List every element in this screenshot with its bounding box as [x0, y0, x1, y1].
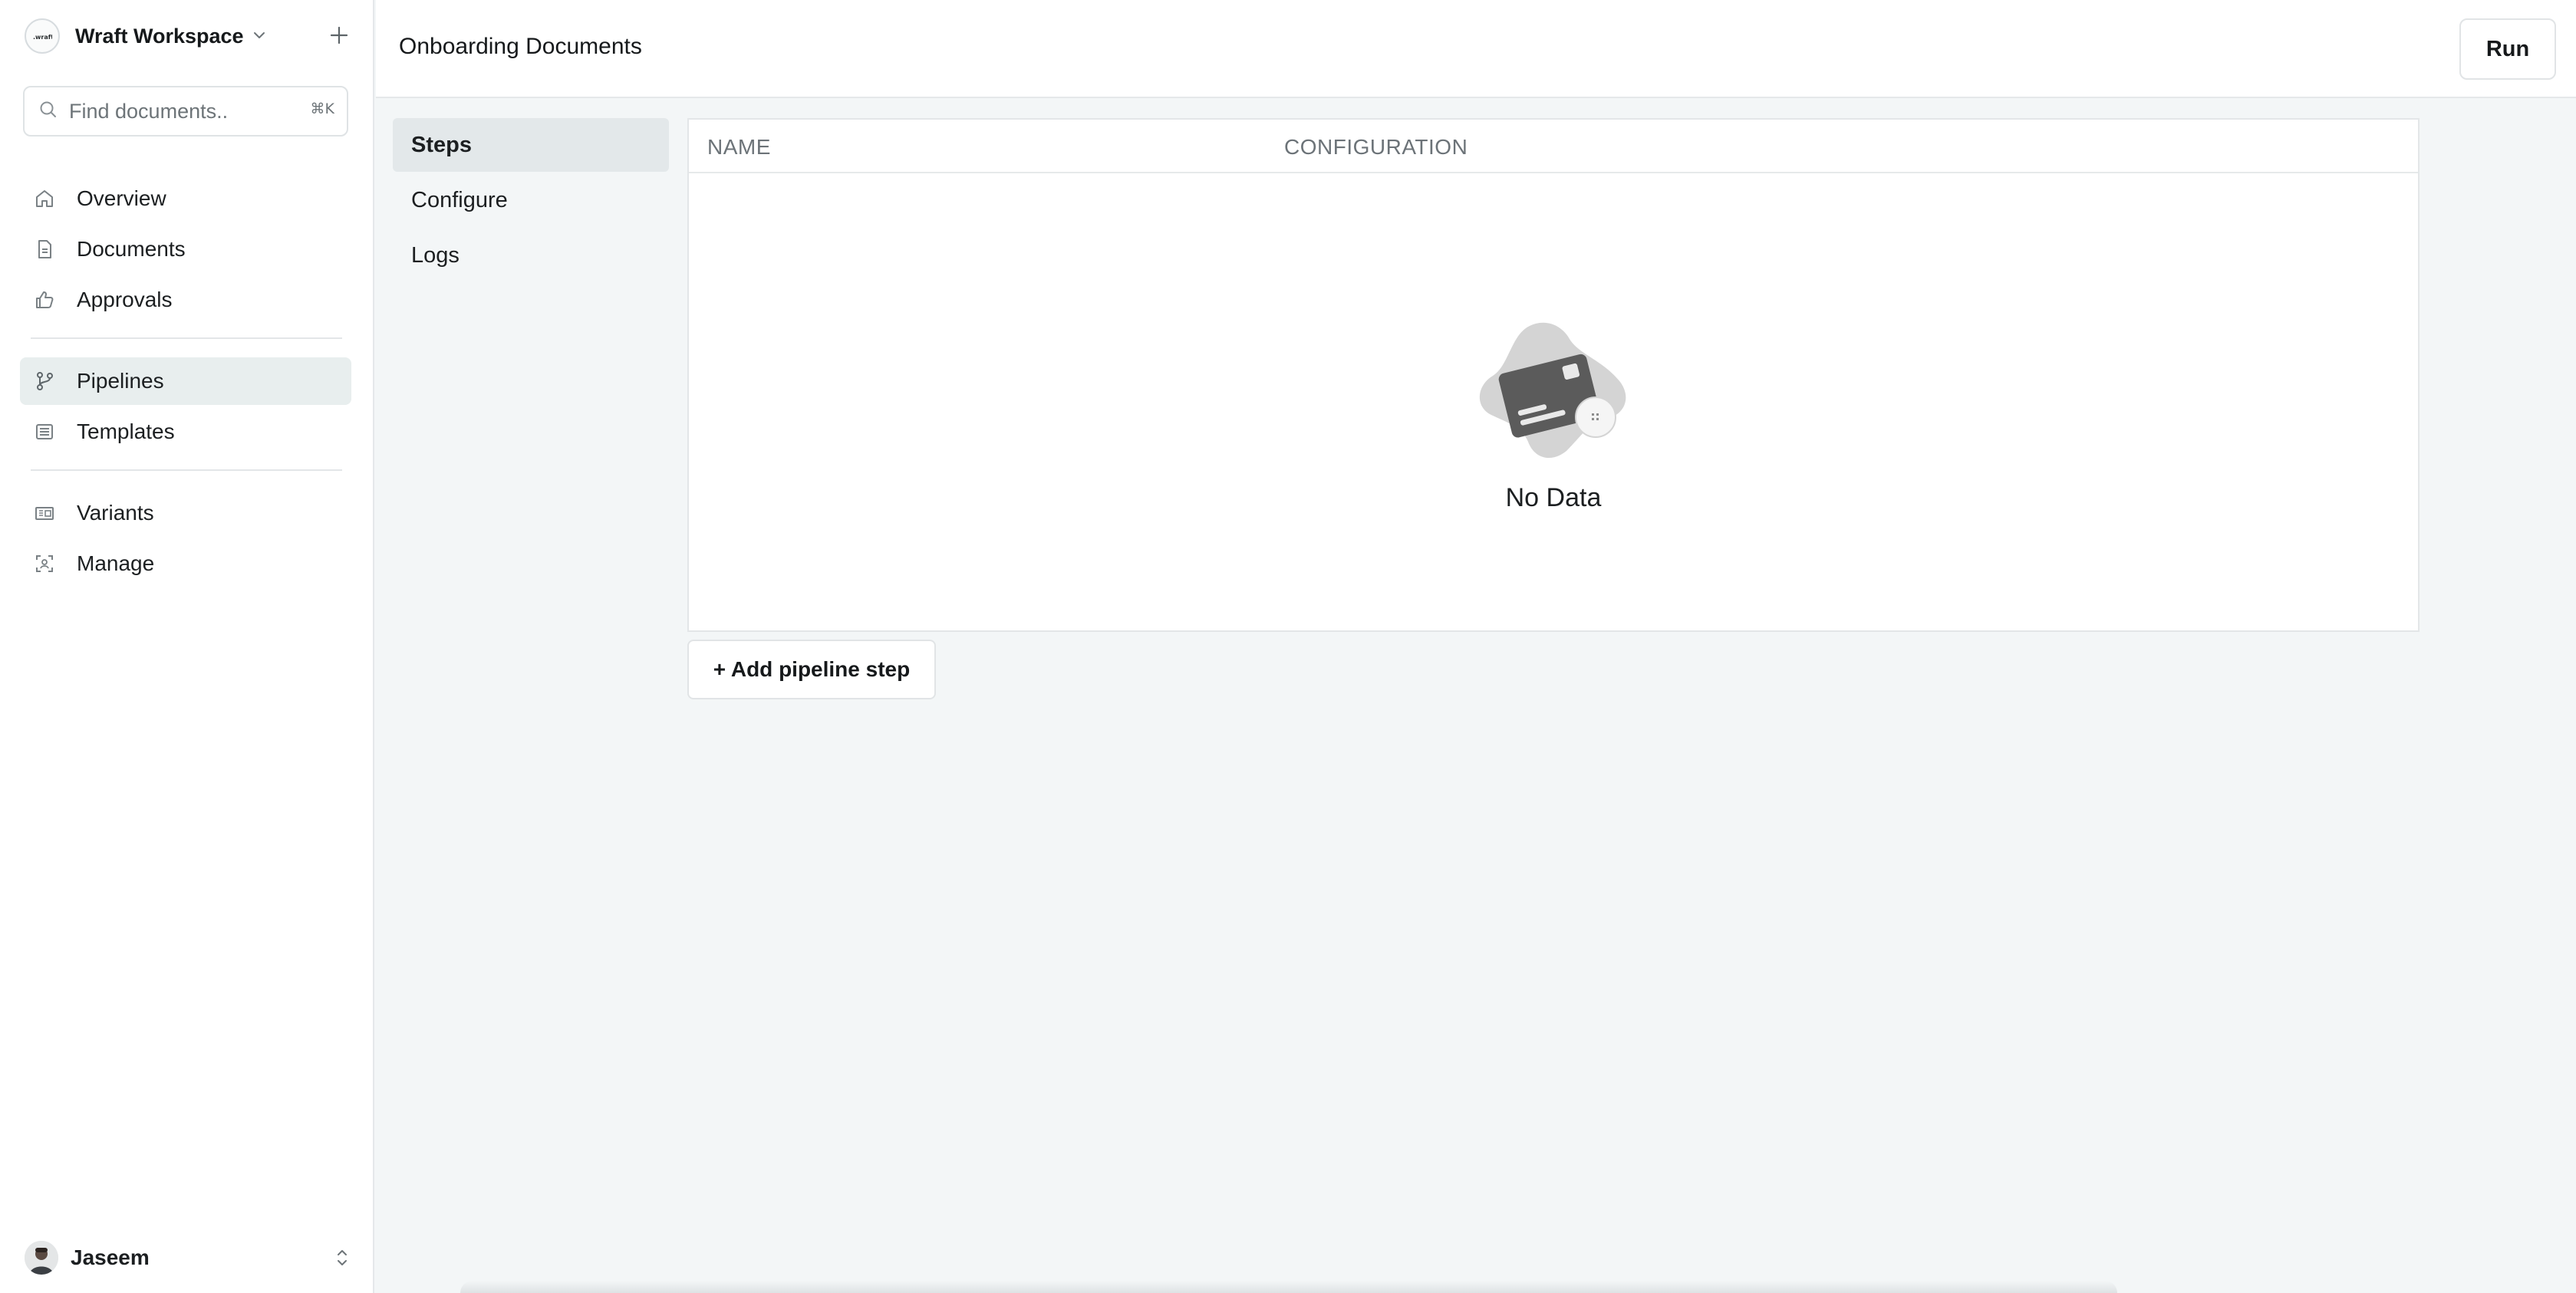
- template-icon: [32, 419, 57, 444]
- page-title: Onboarding Documents: [399, 34, 642, 59]
- wraft-logo-icon: .wraft: [33, 34, 52, 41]
- tab-configure[interactable]: Configure: [393, 173, 669, 227]
- sidebar-item-label: Pipelines: [77, 369, 164, 393]
- tab-steps[interactable]: Steps: [393, 118, 669, 172]
- chevron-up-down-icon[interactable]: [334, 1247, 350, 1272]
- document-icon: [32, 237, 57, 262]
- search-icon: [38, 100, 58, 123]
- sidebar-item-variants[interactable]: Variants: [20, 489, 351, 537]
- column-header-configuration[interactable]: CONFIGURATION: [1284, 135, 1468, 160]
- add-pipeline-step-button[interactable]: + Add pipeline step: [687, 640, 936, 699]
- add-icon[interactable]: [328, 25, 350, 50]
- search-box[interactable]: ⌘K: [23, 86, 348, 137]
- sidebar: .wraft Wraft Workspace ⌘K Overview Docum…: [0, 0, 374, 1293]
- sidebar-item-label: Overview: [77, 186, 166, 210]
- sidebar-item-overview[interactable]: Overview: [20, 175, 351, 222]
- git-branch-icon: [32, 369, 57, 393]
- sidebar-divider: [31, 469, 342, 471]
- workspace-logo: .wraft: [25, 18, 60, 54]
- tab-logs[interactable]: Logs: [393, 229, 669, 282]
- column-header-name[interactable]: NAME: [707, 135, 771, 160]
- workspace-switcher[interactable]: .wraft Wraft Workspace: [25, 18, 350, 54]
- sidebar-item-label: Documents: [77, 237, 186, 261]
- bottom-shadow: [460, 1281, 2117, 1293]
- sidebar-item-documents[interactable]: Documents: [20, 225, 351, 273]
- manage-icon: [32, 551, 57, 576]
- chevron-down-icon[interactable]: [252, 28, 267, 47]
- table-header: NAME CONFIGURATION: [689, 120, 2418, 173]
- thumbs-up-icon: [32, 288, 57, 312]
- sidebar-item-label: Variants: [77, 501, 154, 525]
- user-menu[interactable]: Jaseem: [25, 1236, 350, 1279]
- empty-state: No Data: [689, 175, 2418, 632]
- sidebar-item-manage[interactable]: Manage: [20, 540, 351, 587]
- sidebar-item-approvals[interactable]: Approvals: [20, 276, 351, 324]
- sidebar-item-pipelines[interactable]: Pipelines: [20, 357, 351, 405]
- search-input[interactable]: [69, 99, 292, 123]
- user-name: Jaseem: [71, 1245, 150, 1269]
- variants-icon: [32, 501, 57, 525]
- sidebar-item-label: Manage: [77, 551, 155, 575]
- avatar: [25, 1241, 58, 1275]
- empty-state-text: No Data: [1505, 483, 1602, 512]
- sidebar-item-label: Templates: [77, 419, 175, 443]
- steps-table: NAME CONFIGURATION No Data: [687, 118, 2420, 632]
- run-button[interactable]: Run: [2459, 18, 2556, 80]
- search-shortcut: ⌘K: [310, 100, 334, 117]
- home-icon: [32, 186, 57, 211]
- sidebar-divider: [31, 337, 342, 339]
- svg-text:.wraft: .wraft: [33, 34, 52, 41]
- pipeline-subnav: Steps Configure Logs: [393, 118, 669, 282]
- top-header: Onboarding Documents Run: [376, 0, 2576, 98]
- empty-card-icon: [1479, 322, 1626, 459]
- sidebar-item-templates[interactable]: Templates: [20, 408, 351, 456]
- workspace-name[interactable]: Wraft Workspace: [75, 25, 244, 48]
- sidebar-item-label: Approvals: [77, 288, 173, 311]
